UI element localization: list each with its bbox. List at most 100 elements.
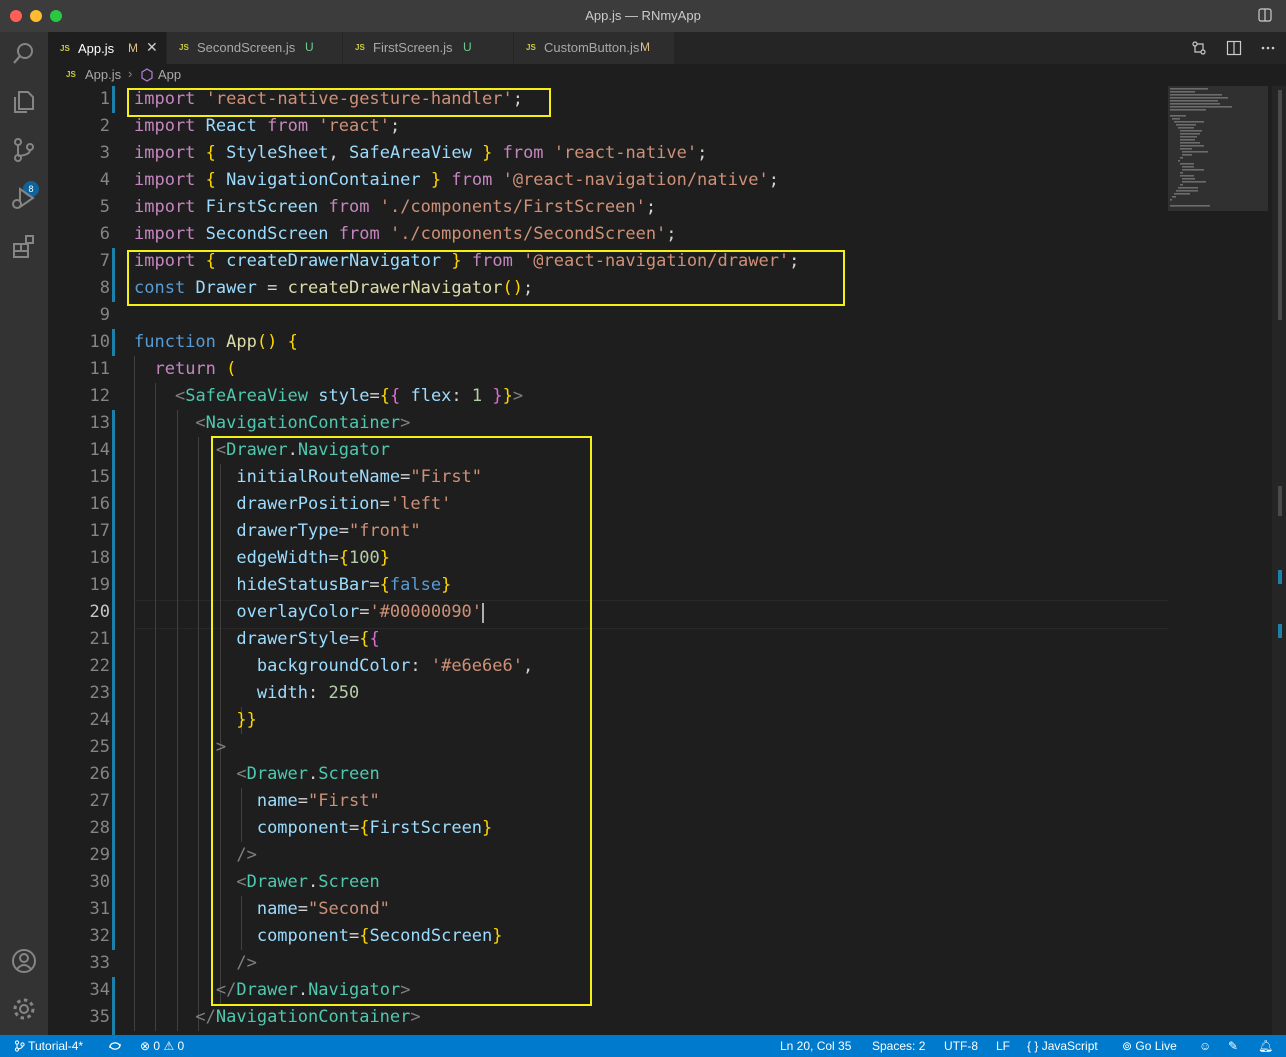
code-line[interactable]: 11 return ( [48,356,1168,383]
code-line[interactable]: 13 <NavigationContainer> [48,410,1168,437]
tab-label: SecondScreen.js [197,40,296,55]
branch-name: Tutorial-4* [28,1039,84,1053]
end-of-line[interactable]: LF [996,1039,1010,1053]
language-mode[interactable]: { } JavaScript [1027,1039,1098,1053]
breadcrumb: JS App.js › App [48,64,1286,86]
files-icon[interactable] [10,88,38,116]
customize-layout-icon[interactable] [1258,8,1272,22]
open-changes-icon[interactable] [1191,40,1207,56]
code-line[interactable]: 2 import React from 'react'; [48,113,1168,140]
code-line[interactable]: 12 <SafeAreaView style={{ flex: 1 }}> [48,383,1168,410]
line-number: 30 [89,872,110,892]
code-line[interactable]: 9 [48,302,1168,329]
language-label: JavaScript [1041,1039,1098,1053]
line-number: 8 [99,278,110,298]
code-text: import SecondScreen from './components/S… [134,224,677,244]
cursor-position[interactable]: Ln 20, Col 35 [780,1039,851,1053]
line-number: 22 [89,656,110,676]
tab-secondscreen-js[interactable]: JS SecondScreen.js U [167,32,343,64]
line-number: 23 [89,683,110,703]
branch-indicator[interactable]: Tutorial-4* [14,1039,83,1053]
git-branch-icon [14,1040,25,1052]
line-number: 20 [89,602,110,622]
editor-actions [1191,40,1276,61]
javascript-file-icon: JS [526,43,536,52]
javascript-file-icon: JS [60,44,70,53]
tab-git-status: M [640,40,650,54]
close-tab-icon[interactable]: ✕ [146,39,158,56]
code-editor[interactable]: 1 import 'react-native-gesture-handler'; 2… [48,86,1286,1035]
code-text: <SafeAreaView style={{ flex: 1 }}> [174,386,524,406]
highlight-box-gesture-import [127,88,551,117]
error-count: 0 [153,1039,161,1053]
tab-git-status: M [128,41,138,55]
line-number: 14 [89,440,110,460]
copilot-icon[interactable]: ☺ [1199,1039,1211,1053]
minimap[interactable] [1168,86,1268,1035]
line-number: 7 [99,251,110,271]
tab-custombutton-js[interactable]: JS CustomButton.js M [514,32,675,64]
more-actions-icon[interactable] [1260,40,1276,56]
feedback-icon[interactable]: ✎ [1228,1039,1238,1053]
line-number: 9 [99,305,110,325]
line-number: 17 [89,521,110,541]
line-number: 29 [89,845,110,865]
code-text: function App() { [134,332,298,352]
source-control-icon[interactable] [10,136,38,164]
code-line[interactable]: 35 </NavigationContainer> [48,1004,1168,1031]
tab-label: App.js [78,41,115,56]
error-icon: ⊗ [140,1039,151,1053]
window-title: App.js — RNmyApp [585,8,701,23]
warning-count: 0 [177,1039,185,1053]
line-number: 15 [89,467,110,487]
line-number: 31 [89,899,110,919]
sync-icon[interactable] [108,1040,122,1052]
title-bar: App.js — RNmyApp [0,0,1286,33]
code-line[interactable]: 4 import { NavigationContainer } from '@r… [48,167,1168,194]
code-text: import { StyleSheet, SafeAreaView } from… [134,143,708,163]
code-text: import React from 'react'; [134,116,401,136]
search-icon[interactable] [10,40,38,68]
go-live-label: Go Live [1135,1039,1177,1053]
split-editor-icon[interactable] [1226,40,1242,56]
tab-label: CustomButton.js [544,40,640,55]
line-number: 4 [99,170,110,190]
notifications-bell-icon[interactable]: 🔔︎ [1258,1039,1273,1053]
tab-firstscreen-js[interactable]: JS FirstScreen.js U [343,32,514,64]
code-line[interactable]: 10 function App() { [48,329,1168,356]
line-number: 35 [89,1007,110,1027]
javascript-file-icon: JS [66,70,76,79]
line-number: 32 [89,926,110,946]
tab-label: FirstScreen.js [373,40,453,55]
line-number: 3 [99,143,110,163]
breadcrumb-symbol[interactable]: App [158,67,181,82]
extensions-icon[interactable] [10,232,38,260]
breadcrumb-file[interactable]: App.js [85,67,121,82]
broadcast-icon: ⊚ [1122,1039,1133,1053]
tab-git-status: U [305,40,314,54]
problems-indicator[interactable]: ⊗ 0 ⚠ 0 [140,1039,184,1053]
code-line[interactable]: 3 import { StyleSheet, SafeAreaView } fro… [48,140,1168,167]
line-number: 21 [89,629,110,649]
code-text: return ( [154,359,237,379]
code-line[interactable]: 5 import FirstScreen from './components/F… [48,194,1168,221]
line-number: 25 [89,737,110,757]
line-number: 12 [89,386,110,406]
run-debug-icon[interactable] [10,184,38,212]
line-number: 2 [99,116,110,136]
settings-gear-icon[interactable] [10,995,38,1023]
line-number: 10 [89,332,110,352]
braces-icon: { } [1027,1039,1039,1053]
indentation[interactable]: Spaces: 2 [872,1039,925,1053]
code-line[interactable]: 6 import SecondScreen from './components/… [48,221,1168,248]
symbol-method-icon [141,68,153,82]
vertical-scrollbar[interactable] [1272,86,1286,1035]
line-number: 33 [89,953,110,973]
account-icon[interactable] [10,947,38,975]
code-text: </NavigationContainer> [195,1007,421,1027]
tab-app-js[interactable]: JS App.js M ✕ [48,32,167,65]
encoding[interactable]: UTF-8 [944,1039,978,1053]
javascript-file-icon: JS [355,43,365,52]
go-live-button[interactable]: ⊚ Go Live [1122,1039,1177,1053]
tab-git-status: U [463,40,472,54]
